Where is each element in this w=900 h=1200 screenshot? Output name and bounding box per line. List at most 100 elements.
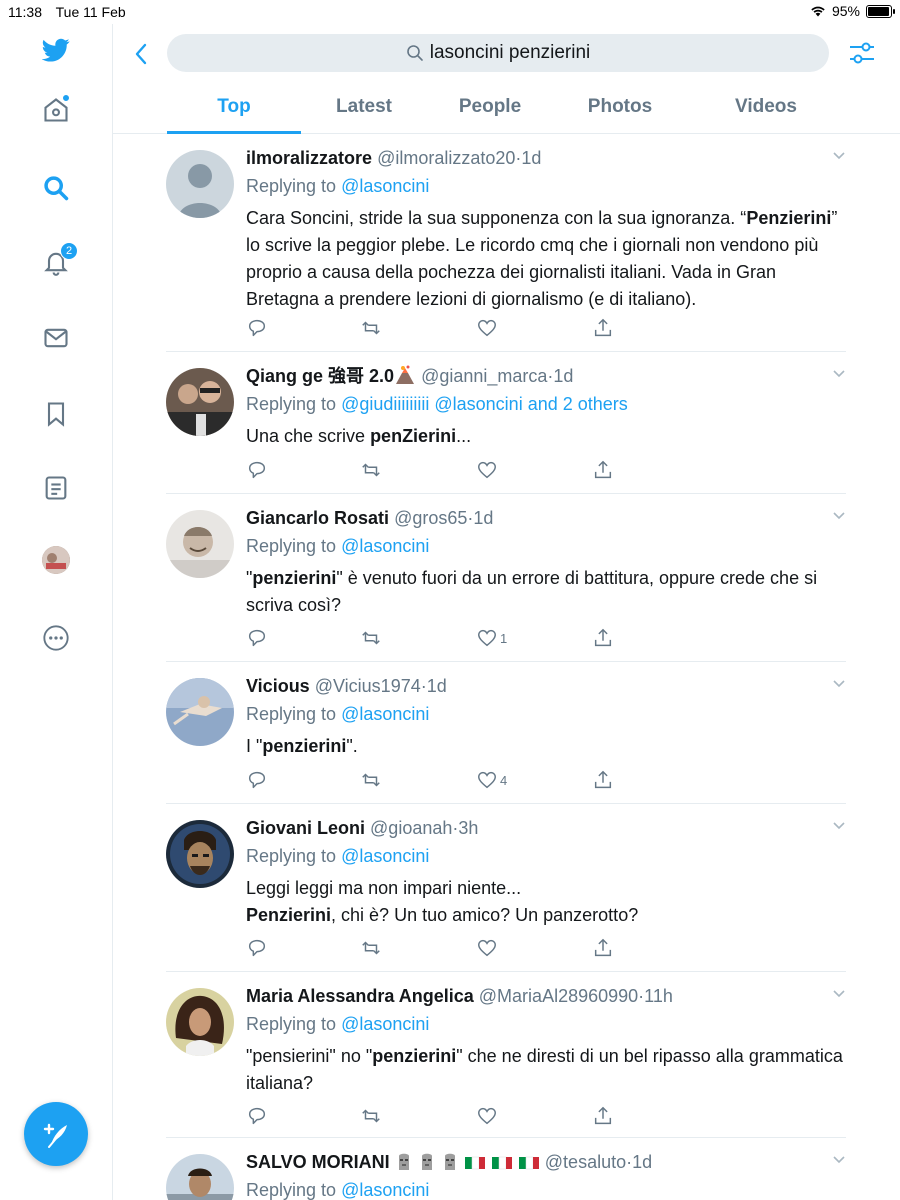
retweet-icon [362,773,380,787]
author-name[interactable]: SALVO MORIANI [246,1152,390,1172]
reply-mention-link[interactable]: @lasoncini [341,1180,429,1200]
like-button[interactable] [476,1105,498,1127]
notifications-bell-icon[interactable]: 2 [40,242,78,278]
tweet[interactable]: Vicious @Vicius1974·1d Replying to @laso… [166,663,846,804]
author-handle[interactable]: @tesaluto [545,1152,626,1172]
author-name[interactable]: ilmoralizzatore [246,148,372,168]
like-button[interactable]: 4 [476,769,507,791]
avatar[interactable] [166,368,234,436]
retweet-button[interactable] [360,769,382,791]
reply-mention-link[interactable]: @lasoncini [341,846,429,866]
author-name[interactable]: Giovani Leoni [246,818,365,838]
chevron-down-icon[interactable] [832,987,846,1001]
like-button[interactable] [476,317,498,339]
avatar[interactable] [166,510,234,578]
heart-icon [478,771,496,789]
author-name[interactable]: Maria Alessandra Angelica [246,986,474,1006]
more-options-icon[interactable] [40,622,72,654]
tweet[interactable]: Maria Alessandra Angelica @MariaAl289609… [166,973,846,1138]
tab-latest[interactable]: Latest [301,88,427,134]
tweet[interactable]: SALVO MORIANI @tesaluto·1d Replying to @… [166,1139,846,1200]
share-button[interactable] [592,459,614,481]
author-name[interactable]: Qiang ge 強哥 2.0 [246,366,394,386]
tweet[interactable]: ilmoralizzatore @ilmoralizzato20·1d Repl… [166,135,846,352]
reply-mention-link[interactable]: @lasoncini [341,536,429,556]
search-nav-icon[interactable] [40,172,72,204]
avatar[interactable] [166,988,234,1056]
tweet-body: Vicious @Vicius1974·1d Replying to @laso… [246,675,846,760]
battery-icon [866,4,895,18]
search-filter-button[interactable] [847,38,877,68]
tweet-time: 11h [644,986,673,1006]
avatar[interactable] [166,150,234,218]
avatar[interactable] [166,1154,234,1200]
home-icon[interactable] [40,94,72,126]
replying-to: Replying to @lasoncini [246,175,846,197]
author-handle[interactable]: @gioanah [370,818,452,838]
like-button[interactable] [476,937,498,959]
back-button[interactable] [129,40,153,68]
author-handle[interactable]: @gianni_marca [421,366,547,386]
tab-people[interactable]: People [427,88,553,134]
chevron-down-icon[interactable] [832,509,846,523]
messages-envelope-icon[interactable] [40,322,72,354]
reply-button[interactable] [246,769,268,791]
author-name[interactable]: Giancarlo Rosati [246,508,389,528]
reply-icon [248,319,266,337]
share-button[interactable] [592,1105,614,1127]
share-button[interactable] [592,937,614,959]
bookmark-icon[interactable] [40,398,72,430]
author-handle[interactable]: @Vicius1974 [315,676,421,696]
reply-mention-link[interactable]: @giudiiiiiiiii @lasoncini and 2 others [341,394,628,414]
author-handle[interactable]: @ilmoralizzato20 [377,148,515,168]
text-segment: I " [246,736,263,756]
reply-mention-link[interactable]: @lasoncini [341,704,429,724]
chevron-down-icon[interactable] [832,1153,846,1167]
like-button[interactable] [476,459,498,481]
highlighted-keyword: Penzierini [746,208,832,228]
avatar[interactable] [166,820,234,888]
reply-mention-link[interactable]: @lasoncini [341,176,429,196]
retweet-button[interactable] [360,937,382,959]
author-handle[interactable]: @gros65 [394,508,467,528]
share-button[interactable] [592,317,614,339]
replying-label: Replying to [246,176,337,196]
author-handle[interactable]: @MariaAl28960990 [479,986,638,1006]
retweet-button[interactable] [360,1105,382,1127]
avatar[interactable] [166,678,234,746]
twitter-logo-icon[interactable] [40,34,72,66]
retweet-button[interactable] [360,459,382,481]
share-button[interactable] [592,627,614,649]
retweet-button[interactable] [360,317,382,339]
retweet-button[interactable] [360,627,382,649]
tab-photos[interactable]: Photos [557,88,683,134]
chevron-down-icon[interactable] [832,367,846,381]
lists-icon[interactable] [40,472,72,504]
tweet[interactable]: Giovani Leoni @gioanah·3h Replying to @l… [166,805,846,972]
tweet-header: ilmoralizzatore @ilmoralizzato20·1d [246,147,846,169]
reply-button[interactable] [246,317,268,339]
tweet[interactable]: Qiang ge 強哥 2.0 @gianni_marca·1d Replyin… [166,353,846,494]
chevron-down-icon[interactable] [832,819,846,833]
tweet-text: Leggi leggi ma non impari niente... Penzi… [246,875,846,929]
reply-button[interactable] [246,937,268,959]
reply-button[interactable] [246,459,268,481]
author-name[interactable]: Vicious [246,676,310,696]
reply-button[interactable] [246,627,268,649]
chevron-down-icon[interactable] [832,677,846,691]
reply-button[interactable] [246,1105,268,1127]
moai-emoji-icons [395,1152,545,1172]
share-button[interactable] [592,769,614,791]
replying-to: Replying to @lasoncini [246,1013,846,1035]
profile-avatar[interactable] [42,546,70,574]
reply-mention-link[interactable]: @lasoncini [341,1014,429,1034]
tweet[interactable]: Giancarlo Rosati @gros65·1d Replying to … [166,495,846,662]
search-input[interactable]: lasoncini penzierini [167,34,829,72]
like-button[interactable]: 1 [476,627,507,649]
status-right: 95% [810,3,895,19]
compose-tweet-button[interactable] [24,1102,88,1166]
tab-videos[interactable]: Videos [703,88,829,134]
tweet-time: 1d [426,676,447,696]
tab-top[interactable]: Top [167,88,301,134]
chevron-down-icon[interactable] [832,149,846,163]
